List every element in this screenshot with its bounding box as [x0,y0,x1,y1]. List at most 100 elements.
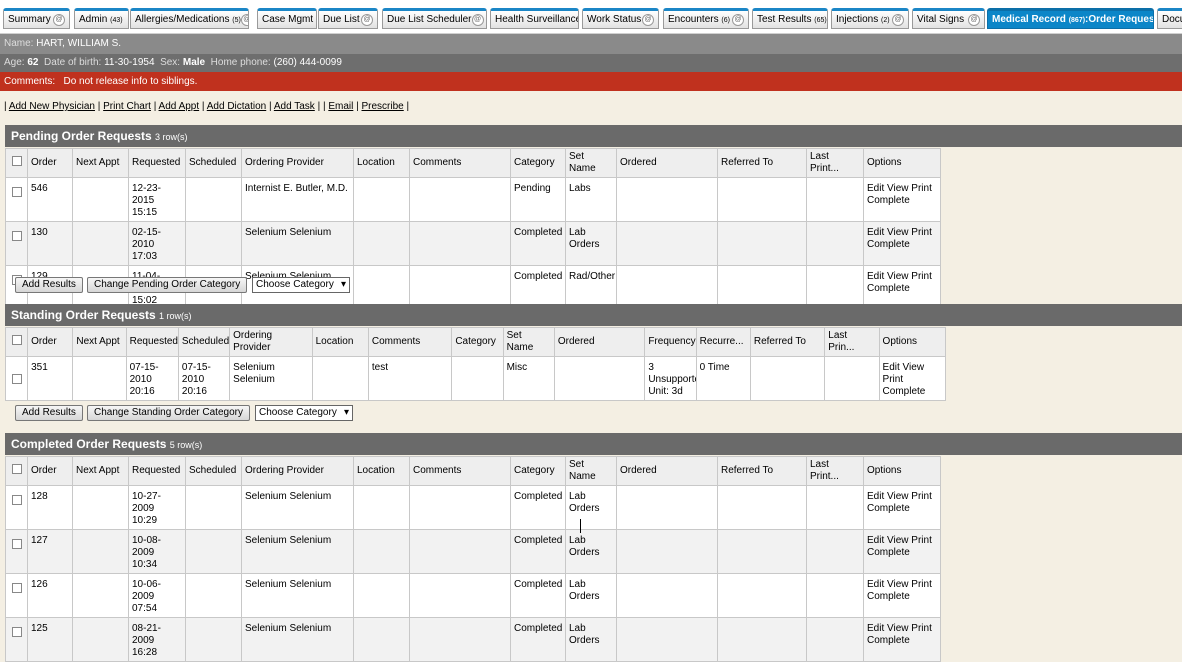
column-header[interactable]: Referred To [717,148,807,178]
column-header[interactable]: Referred To [717,456,807,486]
table-row[interactable]: 130 02-15-2010 17:03 Selenium Selenium Comp… [5,221,941,266]
info-icon[interactable]: @ [471,13,484,26]
pending-category-select[interactable]: Choose Category [252,277,350,293]
tab-work-status[interactable]: Work Status @ [582,8,659,29]
row-checkbox[interactable] [12,627,22,637]
column-header[interactable]: Ordering Provider [229,327,313,357]
row-options[interactable]: Edit View Print Complete [863,265,941,310]
row-options[interactable]: Edit View Print Complete [878,356,947,401]
info-icon[interactable]: @ [732,13,744,26]
tab-admin[interactable]: Admin (43) [74,8,129,29]
column-header[interactable]: Last Prin... [824,327,880,357]
column-header[interactable]: Next Appt [72,327,127,357]
column-header[interactable]: Comments [367,327,453,357]
column-header[interactable]: Order [27,327,74,357]
column-header[interactable]: Scheduled [185,148,242,178]
tab-case-mgmt[interactable]: Case Mgmt [257,8,317,29]
info-icon[interactable]: @ [968,13,980,26]
column-header[interactable]: Requested [125,327,179,357]
column-header[interactable]: Location [353,148,410,178]
column-header[interactable]: Order [27,148,73,178]
change-pending-category-button[interactable]: Change Pending Order Category [87,277,248,293]
info-icon[interactable]: @ [892,13,904,26]
column-header[interactable]: Set Name [565,456,617,486]
email-link[interactable]: Email [328,101,353,112]
tab-due-list[interactable]: Due List @ [318,8,378,29]
tab-due-list-scheduler[interactable]: Due List Scheduler @ [382,8,487,29]
column-header[interactable]: Referred To [749,327,826,357]
row-checkbox[interactable] [12,187,22,197]
row-checkbox[interactable] [12,231,22,241]
column-header[interactable]: Requested [128,148,186,178]
column-header[interactable]: Comments [409,456,511,486]
table-row[interactable]: 126 10-06-2009 07:54 Selenium Selenium Comp… [5,573,941,618]
standing-category-select[interactable]: Choose Category [255,405,353,421]
row-options[interactable]: Edit View Print Complete [863,529,941,574]
add-new-physician-link[interactable]: Add New Physician [9,101,95,112]
column-header[interactable]: Ordered [616,148,718,178]
row-options[interactable]: Edit View Print Complete [863,221,941,266]
column-header[interactable]: Location [353,456,410,486]
column-header[interactable]: Options [863,148,941,178]
add-dictation-link[interactable]: Add Dictation [207,101,266,112]
info-icon[interactable]: @ [361,13,373,26]
row-options[interactable]: Edit View Print Complete [863,617,941,662]
column-header[interactable]: Last Print... [806,456,864,486]
info-icon[interactable]: @ [53,13,65,26]
column-header[interactable]: Frequency [644,327,697,357]
column-header[interactable]: Scheduled [177,327,231,357]
column-header[interactable]: Location [311,327,369,357]
add-appt-link[interactable]: Add Appt [159,101,200,112]
row-checkbox[interactable] [12,374,22,384]
table-row[interactable]: 127 10-08-2009 10:34 Selenium Selenium Comp… [5,529,941,574]
select-all-checkbox[interactable] [12,156,22,166]
column-header[interactable]: Category [451,327,504,357]
table-row[interactable]: 351 07-15-2010 20:16 07-15-2010 20:16 Selen… [4,356,947,401]
column-header[interactable]: Recurre... [695,327,751,357]
column-header[interactable]: Set Name [502,327,555,357]
table-row[interactable]: 546 12-23-2015 15:15 Internist E. Butler, … [5,177,941,222]
column-header[interactable]: Ordering Provider [241,148,354,178]
row-checkbox[interactable] [12,583,22,593]
row-options[interactable]: Edit View Print Complete [863,485,941,530]
tab-encounters[interactable]: Encounters (6) @ [663,8,749,29]
tab-summary[interactable]: Summary @ [3,8,70,29]
column-header[interactable]: Requested [128,456,186,486]
column-header[interactable]: Order [27,456,73,486]
tab-documents[interactable]: Docu [1157,8,1182,29]
column-header[interactable]: Set Name [565,148,617,178]
tab-vital-signs[interactable]: Vital Signs @ [912,8,985,29]
add-results-button[interactable]: Add Results [15,405,83,421]
add-results-button[interactable]: Add Results [15,277,83,293]
row-checkbox[interactable] [12,495,22,505]
column-header[interactable]: Comments [409,148,511,178]
info-icon[interactable]: @ [240,13,248,26]
column-header[interactable]: Scheduled [185,456,242,486]
table-row[interactable]: 128 10-27-2009 10:29 Selenium Selenium Comp… [5,485,941,530]
tab-health-surveillance[interactable]: Health Surveillance [490,8,579,29]
tab-allergies-medications[interactable]: Allergies/Medications (5)@ [130,8,249,29]
change-standing-category-button[interactable]: Change Standing Order Category [87,405,250,421]
column-header[interactable]: Ordering Provider [241,456,354,486]
row-options[interactable]: Edit View Print Complete [863,177,941,222]
column-header[interactable]: Last Print... [806,148,864,178]
add-task-link[interactable]: Add Task [274,101,315,112]
prescribe-link[interactable]: Prescribe [362,101,404,112]
column-header[interactable]: Next Appt [72,148,129,178]
table-row[interactable]: 125 08-21-2009 16:28 Selenium Selenium Comp… [5,617,941,662]
select-all-checkbox[interactable] [12,464,22,474]
column-header[interactable]: Ordered [616,456,718,486]
row-checkbox[interactable] [12,539,22,549]
info-icon[interactable]: @ [642,13,654,26]
column-header[interactable]: Next Appt [72,456,129,486]
tab-injections[interactable]: Injections (2) @ [831,8,909,29]
column-header[interactable]: Category [510,148,566,178]
tab-test-results[interactable]: Test Results (65) [752,8,828,29]
column-header[interactable]: Ordered [553,327,646,357]
column-header[interactable]: Category [510,456,566,486]
print-chart-link[interactable]: Print Chart [103,101,151,112]
row-options[interactable]: Edit View Print Complete [863,573,941,618]
select-all-checkbox[interactable] [12,335,22,345]
tab-medical-record[interactable]: Medical Record (867):Order Requests [987,8,1154,29]
column-header[interactable]: Options [878,327,947,357]
